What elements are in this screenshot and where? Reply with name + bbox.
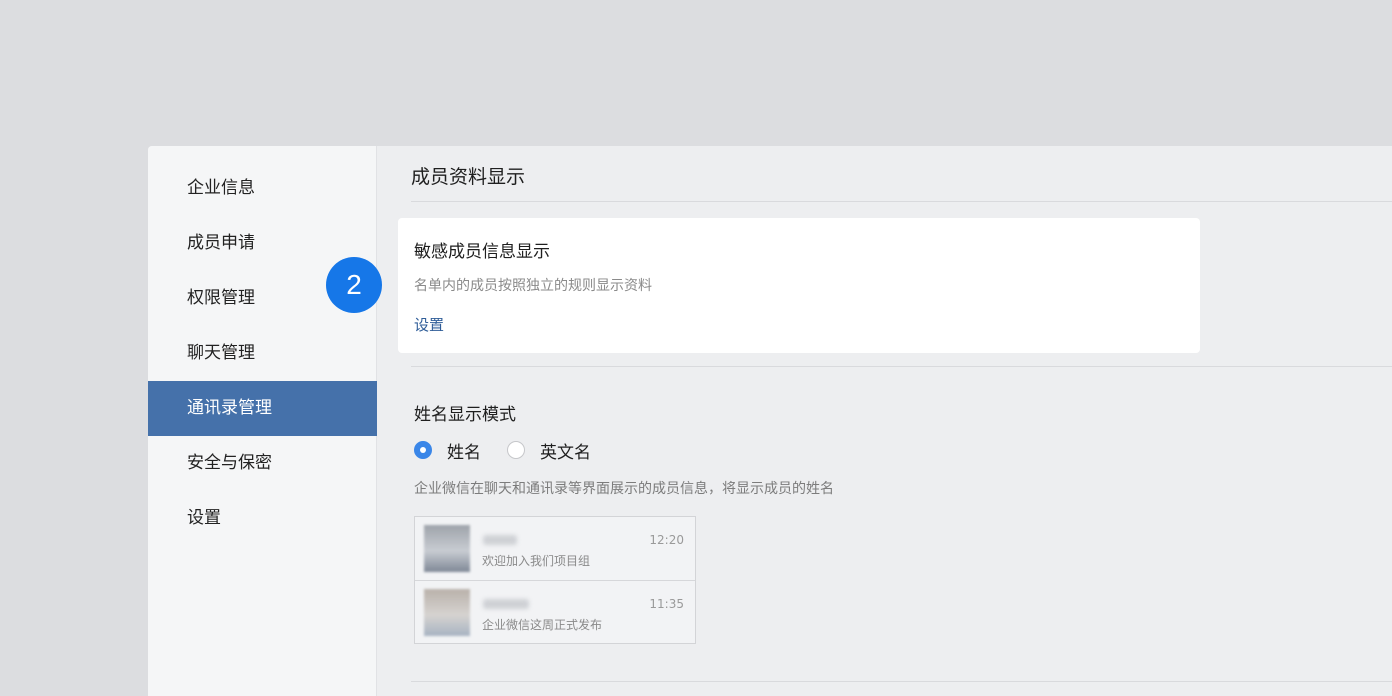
sensitive-settings-link[interactable]: 设置: [414, 314, 444, 335]
section-title: 成员资料显示: [411, 166, 526, 188]
chat-message: 企业微信这周正式发布: [482, 618, 603, 632]
radio-name[interactable]: [414, 441, 432, 459]
blurred-name: [483, 535, 517, 545]
sidebar: 企业信息 成员申请 权限管理 聊天管理 通讯录管理 安全与保密 设置: [148, 146, 377, 696]
divider: [411, 201, 1392, 202]
radio-dot-icon: [420, 447, 426, 453]
sidebar-item-contacts-management[interactable]: 通讯录管理: [148, 381, 377, 436]
radio-english-name-label[interactable]: 英文名: [540, 438, 591, 463]
list-item: 企业微信这周正式发布 11:35: [415, 580, 695, 643]
chat-time: 11:35: [649, 597, 684, 611]
name-mode-title: 姓名显示模式: [414, 405, 516, 425]
step-badge: 2: [326, 257, 382, 313]
avatar: [424, 589, 470, 636]
chat-preview: 欢迎加入我们项目组 12:20 企业微信这周正式发布 11:35: [414, 516, 696, 644]
settings-window: 企业信息 成员申请 权限管理 聊天管理 通讯录管理 安全与保密 设置 成员资料显…: [148, 146, 1392, 696]
chat-message: 欢迎加入我们项目组: [482, 554, 591, 568]
radio-name-label[interactable]: 姓名: [447, 438, 481, 463]
card-description: 名单内的成员按照独立的规则显示资料: [414, 278, 652, 294]
divider: [411, 681, 1392, 682]
sensitive-info-card: 敏感成员信息显示 名单内的成员按照独立的规则显示资料 设置: [398, 218, 1200, 353]
avatar: [424, 525, 470, 572]
list-item: 欢迎加入我们项目组 12:20: [415, 517, 695, 580]
card-title: 敏感成员信息显示: [414, 242, 550, 262]
name-mode-description: 企业微信在聊天和通讯录等界面展示的成员信息，将显示成员的姓名: [414, 481, 834, 497]
sidebar-item-chat-management[interactable]: 聊天管理: [148, 326, 377, 381]
divider: [411, 366, 1392, 367]
main-panel: 成员资料显示 敏感成员信息显示 名单内的成员按照独立的规则显示资料 设置 姓名显…: [378, 146, 1392, 696]
radio-english-name[interactable]: [507, 441, 525, 459]
blurred-name: [483, 599, 529, 609]
name-mode-options: 姓名 英文名: [414, 438, 591, 463]
sidebar-item-security[interactable]: 安全与保密: [148, 436, 377, 491]
sidebar-item-company-info[interactable]: 企业信息: [148, 161, 377, 216]
chat-time: 12:20: [649, 533, 684, 547]
sidebar-item-settings[interactable]: 设置: [148, 491, 377, 546]
